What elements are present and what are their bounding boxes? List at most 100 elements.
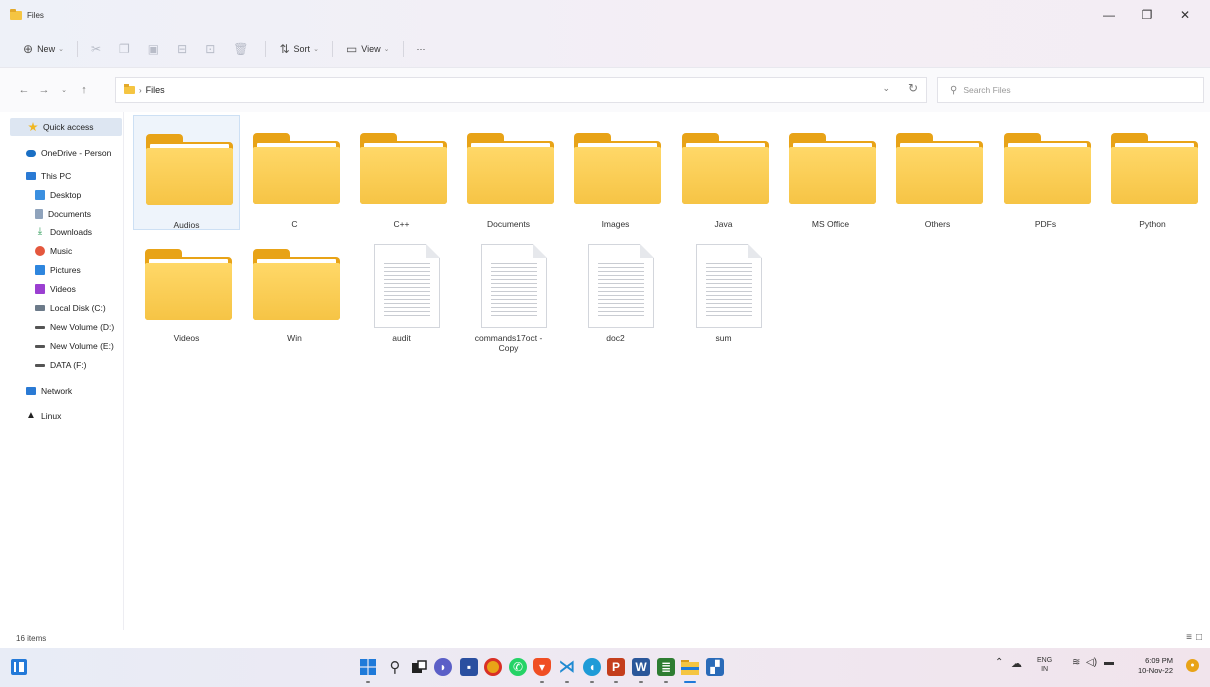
widgets-icon[interactable] <box>11 659 27 675</box>
sidebar-item-desktop[interactable]: Desktop <box>35 186 81 204</box>
large-icons-view-icon[interactable]: □ <box>1196 632 1202 643</box>
file-item[interactable]: commands17oct - Copy <box>455 231 562 353</box>
sidebar-item-label: Quick access <box>43 122 94 132</box>
file-item[interactable]: sum <box>670 231 777 346</box>
battery-icon[interactable]: ▬ <box>1104 657 1114 668</box>
sidebar-item-onedrive[interactable]: OneDrive - Person <box>26 144 111 162</box>
item-label: Python <box>1139 219 1166 229</box>
sidebar-item-label: This PC <box>41 171 72 181</box>
folder-item[interactable]: Win <box>241 231 348 346</box>
folder-icon <box>896 133 983 204</box>
text-document-icon <box>481 244 547 328</box>
chevron-up-icon[interactable]: ⌃ <box>995 657 1003 668</box>
app-icon[interactable]: ▞ <box>706 658 724 676</box>
folder-item[interactable]: PDFs <box>992 115 1099 230</box>
sidebar-item-linux[interactable]: ▲ Linux <box>26 407 61 425</box>
chrome-icon[interactable] <box>484 658 502 676</box>
folder-item[interactable]: C++ <box>348 115 455 230</box>
minimize-button[interactable]: — <box>1090 0 1128 30</box>
more-options-button[interactable]: ··· <box>410 36 433 62</box>
refresh-icon[interactable]: ↻ <box>908 81 918 95</box>
copy-button[interactable]: ❐ <box>112 36 141 62</box>
sidebar-item-documents[interactable]: Documents <box>35 205 91 223</box>
notification-icon[interactable]: ● <box>1186 659 1199 672</box>
navigation-pane: Quick access OneDrive - Person This PC D… <box>0 112 124 630</box>
address-bar[interactable]: › Files ⌄ ↻ <box>115 77 927 103</box>
search-input[interactable]: ⚲ Search Files <box>937 77 1204 103</box>
cut-button[interactable]: ✂ <box>84 36 112 62</box>
new-button[interactable]: ⊕ New ⌄ <box>16 36 71 62</box>
recent-locations-chevron-icon[interactable]: ⌄ <box>54 86 74 94</box>
sidebar-item-new-volume-d[interactable]: New Volume (D:) <box>35 318 114 336</box>
language-code: ENG <box>1037 657 1053 664</box>
sort-button[interactable]: ⇅ Sort ⌄ <box>272 36 325 62</box>
item-label: Others <box>924 219 951 229</box>
sidebar-item-data-f[interactable]: DATA (F:) <box>35 356 87 374</box>
sidebar-item-pictures[interactable]: Pictures <box>35 261 81 279</box>
folder-item[interactable]: Java <box>670 115 777 230</box>
start-button[interactable] <box>359 658 377 676</box>
folder-item[interactable]: Python <box>1099 115 1206 230</box>
chevron-down-icon: ⌄ <box>313 45 319 53</box>
folder-item[interactable]: Documents <box>455 115 562 230</box>
details-view-icon[interactable]: ≡ <box>1186 632 1192 643</box>
sidebar-item-this-pc[interactable]: This PC <box>26 167 71 185</box>
wifi-icon[interactable]: ≋ <box>1072 657 1080 668</box>
back-arrow-icon[interactable]: ← <box>14 84 34 96</box>
brave-icon[interactable]: ▾ <box>533 658 551 676</box>
clock[interactable]: 6:09 PM 10-Nov-22 <box>1133 656 1173 676</box>
search-icon[interactable]: ⚲ <box>386 658 404 676</box>
folder-item[interactable]: Others <box>884 115 991 230</box>
folder-item[interactable]: C <box>241 115 348 230</box>
paste-button[interactable]: ▣ <box>141 36 170 62</box>
up-arrow-icon[interactable]: ↑ <box>74 84 94 96</box>
divider <box>265 40 267 57</box>
folder-item[interactable]: Videos <box>133 231 240 346</box>
running-indicator <box>590 681 594 683</box>
window-title: Files <box>27 10 44 20</box>
rename-button[interactable]: ⊟ <box>170 36 198 62</box>
task-view-icon[interactable] <box>410 658 428 676</box>
breadcrumb[interactable]: Files <box>146 85 165 95</box>
sidebar-item-downloads[interactable]: ⤓ Downloads <box>35 223 92 241</box>
folder-item[interactable]: MS Office <box>777 115 884 230</box>
item-label: Videos <box>173 333 200 343</box>
clock-time: 6:09 PM <box>1145 656 1173 665</box>
close-button[interactable]: ✕ <box>1166 0 1204 30</box>
sidebar-item-quick-access[interactable]: Quick access <box>10 118 122 136</box>
delete-button[interactable]: 🗑︎ <box>226 36 259 62</box>
volume-icon[interactable]: ◁) <box>1086 657 1097 668</box>
sidebar-item-new-volume-e[interactable]: New Volume (E:) <box>35 337 114 355</box>
file-item[interactable]: doc2 <box>562 231 669 346</box>
region-code: IN <box>1041 666 1049 673</box>
command-bar: ⊕ New ⌄ ✂ ❐ ▣ ⊟ ⊡ 🗑︎ ⇅ Sort ⌄ ▭ View ⌄ ·… <box>0 30 1210 68</box>
whatsapp-icon[interactable]: ✆ <box>509 658 527 676</box>
clipboard-icon: ▣ <box>147 41 160 56</box>
title-bar: Files — ❐ ✕ <box>0 0 1210 30</box>
sidebar-item-label: Pictures <box>50 265 81 275</box>
folder-icon <box>253 249 340 320</box>
share-button[interactable]: ⊡ <box>198 36 226 62</box>
onedrive-icon[interactable]: ☁ <box>1011 657 1022 670</box>
powerpoint-icon[interactable]: P <box>607 658 625 676</box>
maximize-button[interactable]: ❐ <box>1128 0 1166 30</box>
file-explorer-icon[interactable] <box>681 658 699 676</box>
sidebar-item-videos[interactable]: Videos <box>35 280 76 298</box>
chat-icon[interactable]: ◗ <box>434 658 452 676</box>
app-icon[interactable]: ▪ <box>460 658 478 676</box>
running-indicator <box>366 681 370 683</box>
sidebar-item-local-disk-c[interactable]: Local Disk (C:) <box>35 299 106 317</box>
sidebar-item-music[interactable]: Music <box>35 242 72 260</box>
notepad-icon[interactable]: ≣ <box>657 658 675 676</box>
view-button[interactable]: ▭ View ⌄ <box>339 36 397 62</box>
word-icon[interactable]: W <box>632 658 650 676</box>
sidebar-item-network[interactable]: Network <box>26 382 72 400</box>
language-indicator[interactable]: ENG IN <box>1037 656 1052 674</box>
file-item[interactable]: audit <box>348 231 455 346</box>
folder-item[interactable]: Audios <box>133 115 240 230</box>
forward-arrow-icon[interactable]: → <box>34 84 54 96</box>
address-dropdown-icon[interactable]: ⌄ <box>882 83 890 94</box>
vscode-icon[interactable]: ⋊ <box>558 657 576 676</box>
edge-icon[interactable]: ◖ <box>583 658 601 676</box>
folder-item[interactable]: Images <box>562 115 669 230</box>
